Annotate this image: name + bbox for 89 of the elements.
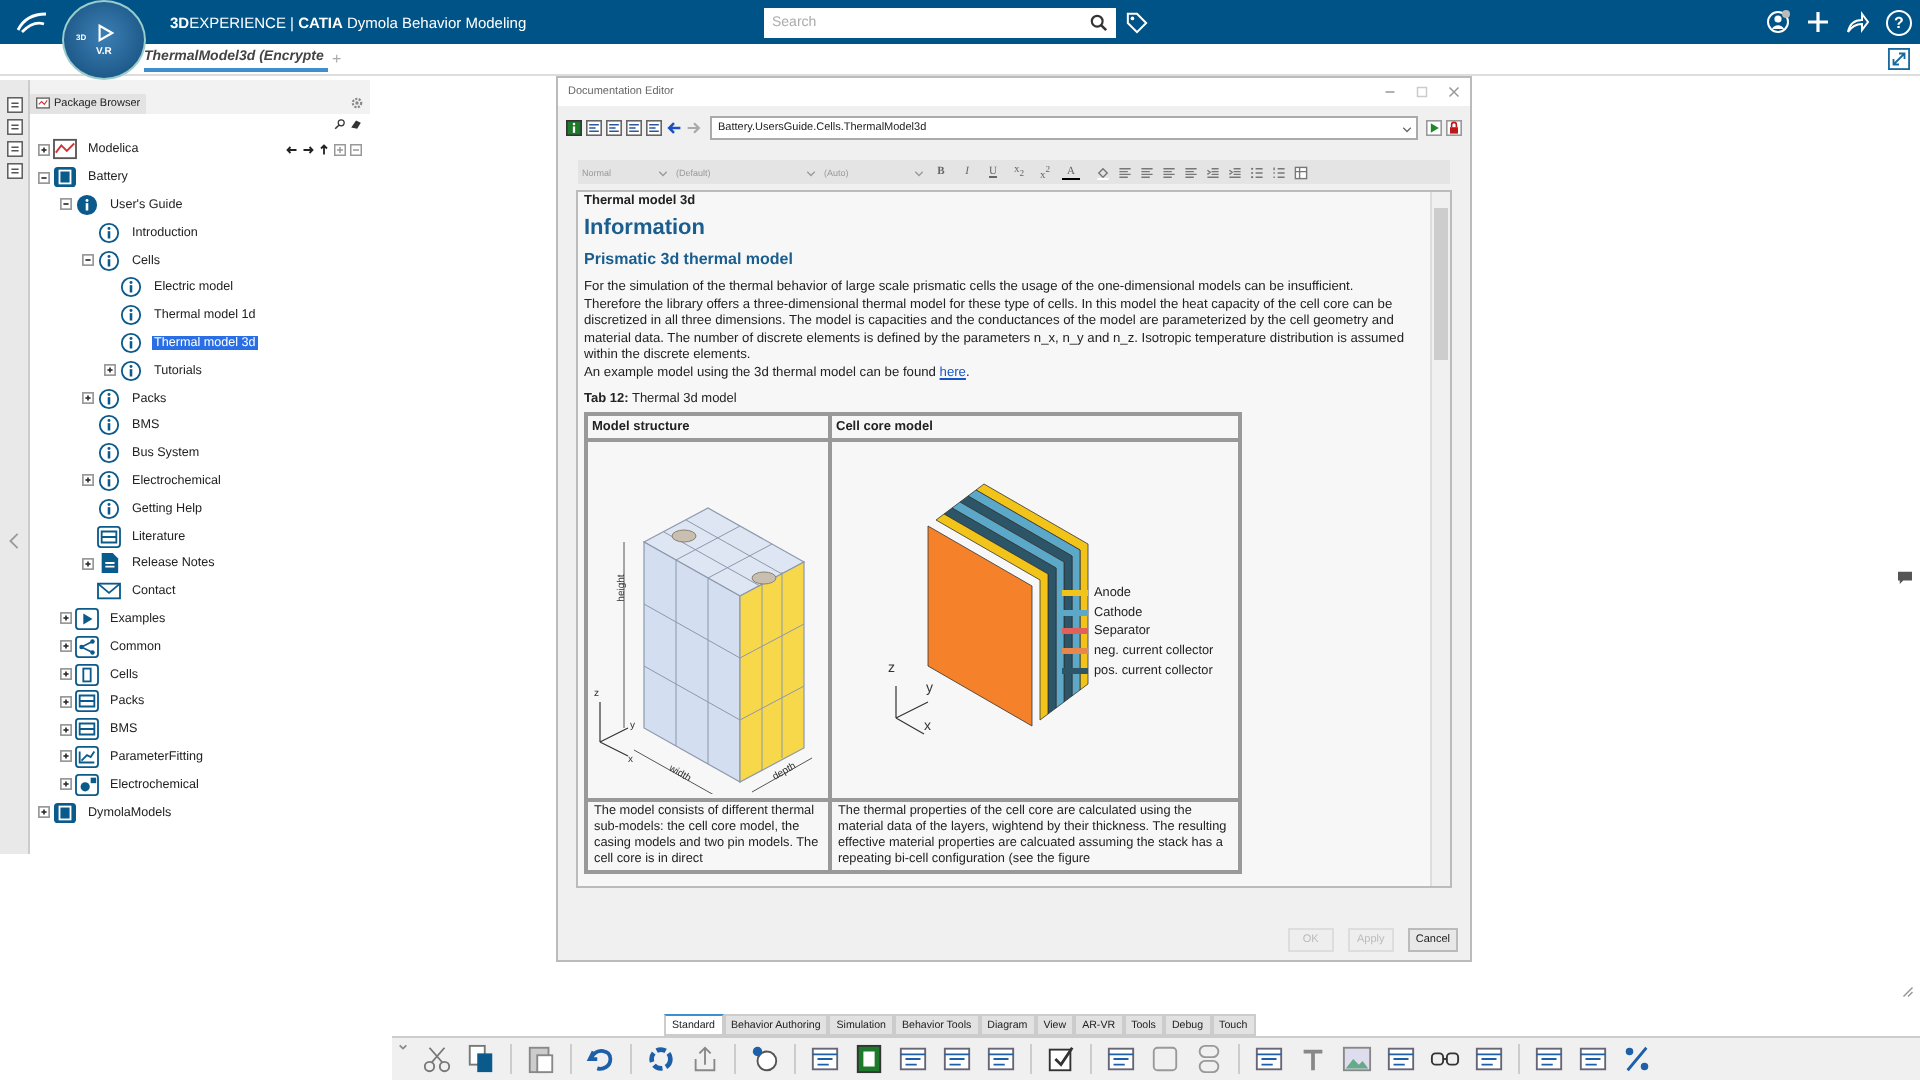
heading: Information [584,216,707,240]
info-icon [118,359,144,382]
scrollbar[interactable] [1430,192,1450,886]
expand-toggle[interactable] [60,750,72,763]
envelope-icon [96,580,122,603]
expand-toggle[interactable] [82,474,94,487]
logo-icon [16,10,48,34]
cell-icon [74,663,100,686]
view-mode-icon[interactable] [626,120,642,136]
document-icon [96,552,122,575]
expand-toggle[interactable] [60,723,72,736]
network-icon [74,773,100,796]
tag-icon[interactable] [1126,11,1148,33]
user-icon[interactable] [1766,10,1790,34]
percent-icon[interactable] [1622,1044,1652,1074]
comment-icon[interactable] [1896,570,1914,584]
info-icon [96,442,122,465]
lock-icon[interactable] [1446,120,1462,136]
expand-icon[interactable] [1888,48,1910,70]
expand-toggle[interactable] [60,778,72,791]
share-icon[interactable] [1846,10,1870,34]
image-icon[interactable] [1342,1044,1372,1074]
expand-toggle[interactable] [60,695,72,708]
info-icon [96,469,122,492]
subheading: Prismatic 3d thermal model [584,250,795,268]
scissors-icon[interactable] [422,1044,452,1074]
expand-toggle[interactable] [38,806,50,819]
info-icon [118,276,144,299]
info-icon [96,221,122,244]
settings-icon[interactable] [350,96,364,110]
indent-icon[interactable] [1206,165,1220,179]
bullet-list-icon[interactable] [1250,165,1264,179]
align-icon[interactable] [1140,165,1154,179]
expand-toggle[interactable] [82,557,94,570]
indent-icon[interactable] [1228,165,1242,179]
info-icon [74,193,100,216]
run-icon[interactable] [1426,120,1442,136]
align-icon[interactable] [1162,165,1176,179]
dropdown-caret-icon[interactable] [1402,123,1412,133]
arrow-left-icon[interactable] [286,143,298,156]
info-icon [118,331,144,354]
play-icon [95,23,113,41]
expand-toggle[interactable] [60,198,72,211]
info-icon [96,387,122,410]
numbered-list-icon[interactable] [1272,165,1286,179]
export-icon[interactable] [690,1044,720,1074]
expand-toggle[interactable] [82,254,94,267]
plus-icon[interactable] [1806,10,1830,34]
resize-grip-icon[interactable] [1902,986,1914,998]
play-icon [74,607,100,630]
align-icon[interactable] [1118,165,1132,179]
undo-icon[interactable] [586,1044,616,1074]
help-button[interactable]: ? [1886,9,1912,35]
node-icon[interactable] [750,1044,780,1074]
share-icon [74,635,100,658]
expand-toggle[interactable] [82,392,94,405]
arrow-up-icon[interactable] [318,143,330,156]
info-icon [96,497,122,520]
expand-toggle[interactable] [60,612,72,625]
chart-icon [74,745,100,768]
expand-toggle[interactable] [38,171,50,184]
close-icon[interactable] [1448,86,1460,98]
fill-color-icon[interactable] [1096,165,1110,179]
info-icon [96,414,122,437]
view-mode-icon[interactable] [646,120,662,136]
caret-icon[interactable] [398,1042,408,1052]
arrow-right-icon[interactable] [302,143,314,156]
expand-toggle[interactable] [104,364,116,377]
align-icon[interactable] [1184,165,1198,179]
view-mode-icon[interactable] [606,120,622,136]
copy-icon[interactable] [466,1044,496,1074]
info-icon [96,249,122,272]
checkbox-icon[interactable] [1046,1044,1076,1074]
refresh-icon[interactable] [646,1044,676,1074]
expand-toggle[interactable] [38,143,50,156]
search-icon[interactable] [1090,13,1108,31]
info-icon [118,304,144,327]
view-mode-icon[interactable] [586,120,602,136]
paste-icon[interactable] [526,1044,556,1074]
document-icon[interactable] [854,1044,884,1074]
eraser-icon[interactable] [350,118,362,130]
search-icon[interactable] [334,118,346,130]
expand-toggle[interactable] [60,668,72,681]
expand-toggle[interactable] [60,640,72,653]
collapse-all-icon[interactable] [350,143,362,156]
pack-icon [74,690,100,713]
text-tool-icon[interactable] [1298,1044,1328,1074]
back-arrow-icon[interactable] [666,120,682,136]
info-view-icon[interactable] [566,120,582,136]
